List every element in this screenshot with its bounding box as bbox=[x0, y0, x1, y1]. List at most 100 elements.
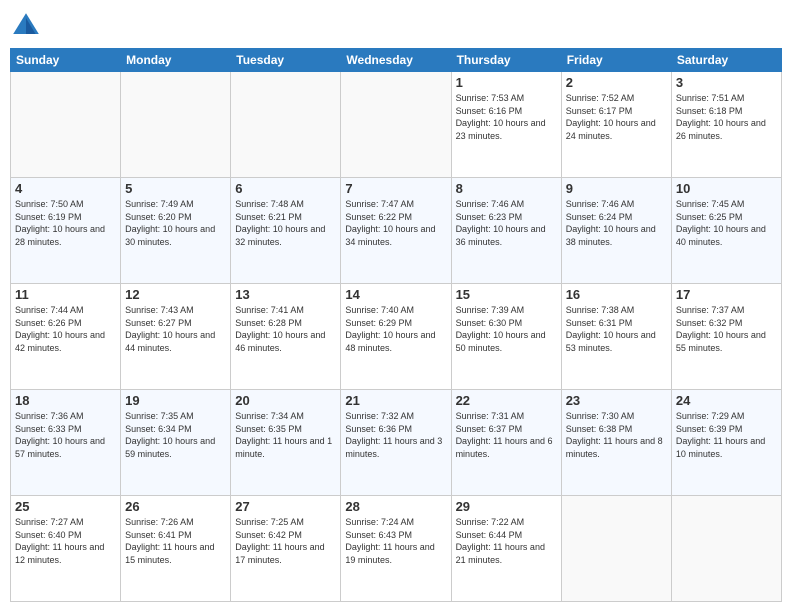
day-info: Sunrise: 7:38 AM Sunset: 6:31 PM Dayligh… bbox=[566, 304, 667, 354]
col-header-thursday: Thursday bbox=[451, 49, 561, 72]
header bbox=[10, 10, 782, 42]
day-info: Sunrise: 7:53 AM Sunset: 6:16 PM Dayligh… bbox=[456, 92, 557, 142]
calendar-cell: 1Sunrise: 7:53 AM Sunset: 6:16 PM Daylig… bbox=[451, 72, 561, 178]
calendar-cell: 21 Sunrise: 7:32 AM Sunset: 6:36 PM Dayli… bbox=[341, 390, 451, 496]
day-number: 10 bbox=[676, 181, 777, 196]
day-info: Sunrise: 7:24 AM Sunset: 6:43 PM Dayligh… bbox=[345, 516, 446, 566]
day-number: 4 bbox=[15, 181, 116, 196]
calendar-cell: 18 Sunrise: 7:36 AM Sunset: 6:33 PM Dayli… bbox=[11, 390, 121, 496]
day-number: 18 bbox=[15, 393, 116, 408]
day-number: 12 bbox=[125, 287, 226, 302]
calendar-cell: 15 Sunrise: 7:39 AM Sunset: 6:30 PM Dayli… bbox=[451, 284, 561, 390]
calendar-cell: 2Sunrise: 7:52 AM Sunset: 6:17 PM Daylig… bbox=[561, 72, 671, 178]
calendar-cell bbox=[121, 72, 231, 178]
day-info: Sunrise: 7:35 AM Sunset: 6:34 PM Dayligh… bbox=[125, 410, 226, 460]
day-info: Sunrise: 7:48 AM Sunset: 6:21 PM Dayligh… bbox=[235, 198, 336, 248]
day-number: 8 bbox=[456, 181, 557, 196]
col-header-monday: Monday bbox=[121, 49, 231, 72]
day-number: 15 bbox=[456, 287, 557, 302]
calendar-cell: 3 Sunrise: 7:51 AM Sunset: 6:18 PM Daylig… bbox=[671, 72, 781, 178]
calendar-cell: 26Sunrise: 7:26 AM Sunset: 6:41 PM Dayli… bbox=[121, 496, 231, 602]
day-number: 3 bbox=[676, 75, 777, 90]
calendar-cell: 6 Sunrise: 7:48 AM Sunset: 6:21 PM Daylig… bbox=[231, 178, 341, 284]
day-info: Sunrise: 7:46 AM Sunset: 6:23 PM Dayligh… bbox=[456, 198, 557, 248]
day-info: Sunrise: 7:31 AM Sunset: 6:37 PM Dayligh… bbox=[456, 410, 557, 460]
calendar-cell: 10 Sunrise: 7:45 AM Sunset: 6:25 PM Dayli… bbox=[671, 178, 781, 284]
day-number: 11 bbox=[15, 287, 116, 302]
col-header-sunday: Sunday bbox=[11, 49, 121, 72]
logo-icon bbox=[10, 10, 42, 42]
calendar-cell: 17Sunrise: 7:37 AM Sunset: 6:32 PM Dayli… bbox=[671, 284, 781, 390]
day-number: 28 bbox=[345, 499, 446, 514]
day-info: Sunrise: 7:36 AM Sunset: 6:33 PM Dayligh… bbox=[15, 410, 116, 460]
day-info: Sunrise: 7:45 AM Sunset: 6:25 PM Dayligh… bbox=[676, 198, 777, 248]
day-number: 29 bbox=[456, 499, 557, 514]
week-row-1: 1Sunrise: 7:53 AM Sunset: 6:16 PM Daylig… bbox=[11, 72, 782, 178]
week-row-5: 25Sunrise: 7:27 AM Sunset: 6:40 PM Dayli… bbox=[11, 496, 782, 602]
day-info: Sunrise: 7:25 AM Sunset: 6:42 PM Dayligh… bbox=[235, 516, 336, 566]
day-number: 22 bbox=[456, 393, 557, 408]
day-number: 17 bbox=[676, 287, 777, 302]
calendar-cell: 7 Sunrise: 7:47 AM Sunset: 6:22 PM Daylig… bbox=[341, 178, 451, 284]
calendar-cell: 27Sunrise: 7:25 AM Sunset: 6:42 PM Dayli… bbox=[231, 496, 341, 602]
day-number: 13 bbox=[235, 287, 336, 302]
day-number: 6 bbox=[235, 181, 336, 196]
calendar-cell: 28 Sunrise: 7:24 AM Sunset: 6:43 PM Dayli… bbox=[341, 496, 451, 602]
calendar-cell: 14 Sunrise: 7:40 AM Sunset: 6:29 PM Dayli… bbox=[341, 284, 451, 390]
calendar-header-row: SundayMondayTuesdayWednesdayThursdayFrid… bbox=[11, 49, 782, 72]
day-number: 14 bbox=[345, 287, 446, 302]
day-info: Sunrise: 7:32 AM Sunset: 6:36 PM Dayligh… bbox=[345, 410, 446, 460]
calendar-cell: 23Sunrise: 7:30 AM Sunset: 6:38 PM Dayli… bbox=[561, 390, 671, 496]
day-number: 21 bbox=[345, 393, 446, 408]
day-number: 20 bbox=[235, 393, 336, 408]
calendar-cell bbox=[341, 72, 451, 178]
day-info: Sunrise: 7:41 AM Sunset: 6:28 PM Dayligh… bbox=[235, 304, 336, 354]
day-info: Sunrise: 7:49 AM Sunset: 6:20 PM Dayligh… bbox=[125, 198, 226, 248]
day-number: 2 bbox=[566, 75, 667, 90]
calendar-cell bbox=[11, 72, 121, 178]
week-row-2: 4 Sunrise: 7:50 AM Sunset: 6:19 PM Daylig… bbox=[11, 178, 782, 284]
day-info: Sunrise: 7:46 AM Sunset: 6:24 PM Dayligh… bbox=[566, 198, 667, 248]
day-number: 23 bbox=[566, 393, 667, 408]
day-number: 9 bbox=[566, 181, 667, 196]
page: SundayMondayTuesdayWednesdayThursdayFrid… bbox=[0, 0, 792, 612]
day-info: Sunrise: 7:39 AM Sunset: 6:30 PM Dayligh… bbox=[456, 304, 557, 354]
day-number: 7 bbox=[345, 181, 446, 196]
calendar-cell: 4 Sunrise: 7:50 AM Sunset: 6:19 PM Daylig… bbox=[11, 178, 121, 284]
logo bbox=[10, 10, 46, 42]
day-info: Sunrise: 7:43 AM Sunset: 6:27 PM Dayligh… bbox=[125, 304, 226, 354]
col-header-friday: Friday bbox=[561, 49, 671, 72]
day-info: Sunrise: 7:50 AM Sunset: 6:19 PM Dayligh… bbox=[15, 198, 116, 248]
day-info: Sunrise: 7:44 AM Sunset: 6:26 PM Dayligh… bbox=[15, 304, 116, 354]
calendar-cell: 9 Sunrise: 7:46 AM Sunset: 6:24 PM Daylig… bbox=[561, 178, 671, 284]
calendar-cell: 16 Sunrise: 7:38 AM Sunset: 6:31 PM Dayli… bbox=[561, 284, 671, 390]
day-number: 26 bbox=[125, 499, 226, 514]
day-info: Sunrise: 7:51 AM Sunset: 6:18 PM Dayligh… bbox=[676, 92, 777, 142]
calendar-cell: 22 Sunrise: 7:31 AM Sunset: 6:37 PM Dayli… bbox=[451, 390, 561, 496]
calendar-cell bbox=[231, 72, 341, 178]
calendar-cell: 12 Sunrise: 7:43 AM Sunset: 6:27 PM Dayli… bbox=[121, 284, 231, 390]
calendar-cell: 11 Sunrise: 7:44 AM Sunset: 6:26 PM Dayli… bbox=[11, 284, 121, 390]
col-header-tuesday: Tuesday bbox=[231, 49, 341, 72]
day-number: 24 bbox=[676, 393, 777, 408]
calendar-cell: 5 Sunrise: 7:49 AM Sunset: 6:20 PM Daylig… bbox=[121, 178, 231, 284]
col-header-saturday: Saturday bbox=[671, 49, 781, 72]
day-info: Sunrise: 7:47 AM Sunset: 6:22 PM Dayligh… bbox=[345, 198, 446, 248]
calendar-cell: 24 Sunrise: 7:29 AM Sunset: 6:39 PM Dayli… bbox=[671, 390, 781, 496]
calendar-cell: 13 Sunrise: 7:41 AM Sunset: 6:28 PM Dayli… bbox=[231, 284, 341, 390]
calendar-cell: 8 Sunrise: 7:46 AM Sunset: 6:23 PM Daylig… bbox=[451, 178, 561, 284]
week-row-4: 18 Sunrise: 7:36 AM Sunset: 6:33 PM Dayli… bbox=[11, 390, 782, 496]
calendar-cell: 25Sunrise: 7:27 AM Sunset: 6:40 PM Dayli… bbox=[11, 496, 121, 602]
day-info: Sunrise: 7:22 AM Sunset: 6:44 PM Dayligh… bbox=[456, 516, 557, 566]
day-info: Sunrise: 7:29 AM Sunset: 6:39 PM Dayligh… bbox=[676, 410, 777, 460]
day-info: Sunrise: 7:34 AM Sunset: 6:35 PM Dayligh… bbox=[235, 410, 336, 460]
calendar-cell bbox=[561, 496, 671, 602]
calendar-table: SundayMondayTuesdayWednesdayThursdayFrid… bbox=[10, 48, 782, 602]
day-number: 5 bbox=[125, 181, 226, 196]
day-number: 16 bbox=[566, 287, 667, 302]
calendar-cell bbox=[671, 496, 781, 602]
day-info: Sunrise: 7:40 AM Sunset: 6:29 PM Dayligh… bbox=[345, 304, 446, 354]
day-number: 25 bbox=[15, 499, 116, 514]
calendar-cell: 20 Sunrise: 7:34 AM Sunset: 6:35 PM Dayli… bbox=[231, 390, 341, 496]
week-row-3: 11 Sunrise: 7:44 AM Sunset: 6:26 PM Dayli… bbox=[11, 284, 782, 390]
